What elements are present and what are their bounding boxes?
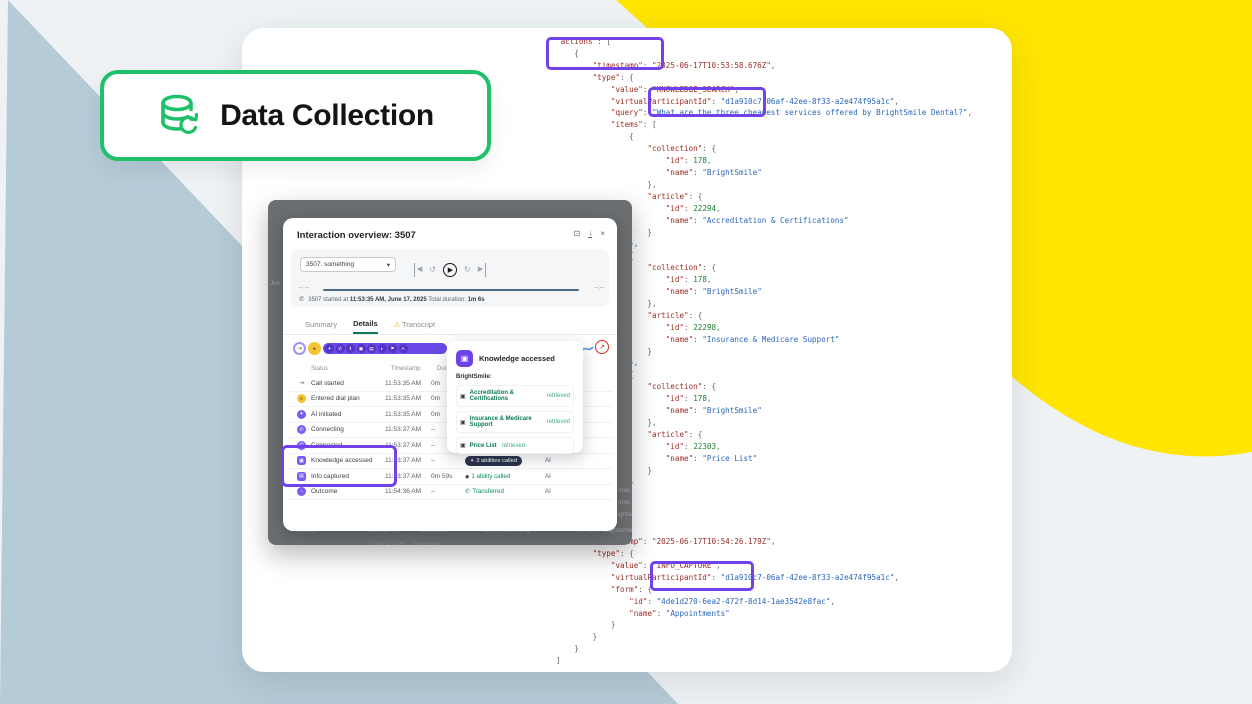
phone-icon: ✆ xyxy=(297,425,306,434)
article-icon: ▣ xyxy=(460,442,466,449)
skip-back-button[interactable]: ◀ xyxy=(414,263,422,277)
tab-summary[interactable]: Summary xyxy=(305,320,337,333)
event-timestamp: 11:53:35 AM xyxy=(385,380,431,387)
article-name: Accreditation & Certifications xyxy=(470,390,542,402)
total-time: --:-- xyxy=(594,285,604,291)
tooltip-title: Knowledge accessed xyxy=(479,354,555,363)
sort-up-icon: ↑ xyxy=(391,366,394,372)
event-timestamp: 11:53:35 AM xyxy=(385,395,431,402)
badge-label: Data Collection xyxy=(220,99,434,133)
article-status: retrieved xyxy=(547,419,570,425)
article-status: retrieved xyxy=(547,393,570,399)
event-source: AI xyxy=(545,457,565,464)
article-status: retrieved xyxy=(502,443,525,449)
retrieved-article-item: ▣ Accreditation & Certifications retrieved xyxy=(456,385,574,407)
interaction-overview-dialog: Interaction overview: 3507 ⊡ ↓ × 3507: s… xyxy=(283,218,617,531)
highlight-actions-annotation xyxy=(546,37,664,70)
highlight-knowledge-search-annotation xyxy=(648,87,766,117)
replay-5-button[interactable]: ↺ xyxy=(429,263,436,277)
elapsed-time: --:-- xyxy=(299,285,309,291)
event-label: Outcome xyxy=(311,488,385,495)
event-label: Entered dial plan xyxy=(311,395,385,402)
tooltip-items: ▣ Accreditation & Certifications retrieved… xyxy=(456,385,574,454)
retrieved-article-item: ▣ Insurance & Medicare Support retrieved xyxy=(456,411,574,433)
background-table-row-dim: 10:43:43 AM Outbound xyxy=(368,541,440,545)
outcome-icon: ◔ xyxy=(297,487,306,496)
highlight-info-capture-annotation xyxy=(650,561,754,591)
event-label: AI initiated xyxy=(311,411,385,418)
transferred-label: ✆Transferred xyxy=(465,488,504,495)
dialog-tabs: Summary Details ⚠Transcript xyxy=(305,319,435,334)
pause-icon[interactable]: ‖ xyxy=(346,344,355,353)
knowledge-icon[interactable]: ▣ xyxy=(357,344,366,353)
phone-icon[interactable]: ✆ xyxy=(336,344,345,353)
timeline-call-started-marker[interactable]: ⇥ xyxy=(293,342,306,355)
col-status: Status xyxy=(311,366,328,372)
knowledge-accessed-tooltip: ▣ Knowledge accessed BrightSmile: ▣ Accre… xyxy=(447,341,583,453)
timeline-transferred-marker[interactable]: ↗ xyxy=(595,340,609,354)
call-player: 3507: something ▾ ◀ ↺ ▶ ↻ ▶ --:-- --:-- … xyxy=(291,249,609,307)
ai-icon: ✦ xyxy=(297,410,306,419)
skip-end-button[interactable]: ▶ xyxy=(478,263,486,277)
event-duration: -- xyxy=(431,488,465,495)
sparkle-icon[interactable]: ✦ xyxy=(325,344,334,353)
globe-icon[interactable]: ◐ xyxy=(378,344,387,353)
tab-transcript[interactable]: ⚠Transcript xyxy=(394,320,435,333)
timeline-ai-segment[interactable]: ✦✆‖▣▤◐⚑A xyxy=(323,343,447,354)
event-source: AI xyxy=(545,473,565,480)
background-text-fragment: mile, xyxy=(618,487,632,494)
timeline-transfer-curve xyxy=(582,345,594,353)
phone-icon: ✆ xyxy=(299,296,304,303)
tooltip-subtitle: BrightSmile: xyxy=(456,374,574,380)
data-collection-badge: Data Collection xyxy=(100,70,491,161)
article-name: Price List xyxy=(470,443,497,449)
article-icon: ▣ xyxy=(460,393,466,400)
call-started-icon: ⇥ xyxy=(297,379,306,388)
article-name: Insurance & Medicare Support xyxy=(470,416,542,428)
knowledge-icon: ▣ xyxy=(456,350,473,367)
call-start-time: 11:53:35 AM, June 17, 2025 xyxy=(350,297,427,303)
event-timestamp: 11:54:36 AM xyxy=(385,488,431,495)
timeline-dial-plan-marker[interactable]: ● xyxy=(308,342,321,355)
page: "actions": [ { "timestamp": "2025-06-17T… xyxy=(0,0,1252,704)
player-controls: ◀ ↺ ▶ ↻ ▶ xyxy=(291,263,609,277)
dial-plan-icon: ≡ xyxy=(297,394,306,403)
dialog-title: Interaction overview: 3507 xyxy=(297,230,416,241)
download-icon[interactable]: ↓ xyxy=(588,229,592,238)
tabs-divider xyxy=(283,334,617,335)
event-label: Call started xyxy=(311,380,385,387)
close-icon[interactable]: × xyxy=(600,229,605,238)
retrieved-article-item: ▣ Price List retrieved xyxy=(456,437,574,454)
event-timestamp: 11:53:37 AM xyxy=(385,426,431,433)
abilities-called-pill: ✦3 abilities called xyxy=(465,456,522,466)
form-icon[interactable]: ▤ xyxy=(367,344,376,353)
event-duration: -- xyxy=(431,457,465,464)
event-duration: 0m 59s xyxy=(431,473,465,480)
text-icon[interactable]: A xyxy=(399,344,408,353)
expand-icon[interactable]: ⊡ xyxy=(574,229,581,238)
warning-icon: ⚠ xyxy=(394,322,400,329)
progress-bar[interactable] xyxy=(323,289,579,292)
tab-details[interactable]: Details xyxy=(353,319,378,334)
forward-5-button[interactable]: ↻ xyxy=(464,263,471,277)
call-duration: 1m 6s xyxy=(468,297,485,303)
article-icon: ▣ xyxy=(460,419,466,426)
highlight-data-rows-annotation xyxy=(281,445,397,487)
event-source: AI xyxy=(545,488,565,495)
database-sync-icon xyxy=(157,93,203,139)
event-timestamp: 11:53:35 AM xyxy=(385,411,431,418)
screenshot-frame: Jun 1 mile, mile, Brightsmile, 1m 23s 3:… xyxy=(268,200,632,545)
flag-icon[interactable]: ⚑ xyxy=(388,344,397,353)
play-button[interactable]: ▶ xyxy=(443,263,457,277)
ability-called-label: ◉1 ability called xyxy=(465,473,510,480)
call-caption: ✆ 3507 started at 11:53:35 AM, June 17, … xyxy=(299,295,485,303)
window-controls: ⊡ ↓ × xyxy=(574,229,605,238)
event-label: Connecting xyxy=(311,426,385,433)
background-text-fragment: mile, xyxy=(618,499,632,506)
